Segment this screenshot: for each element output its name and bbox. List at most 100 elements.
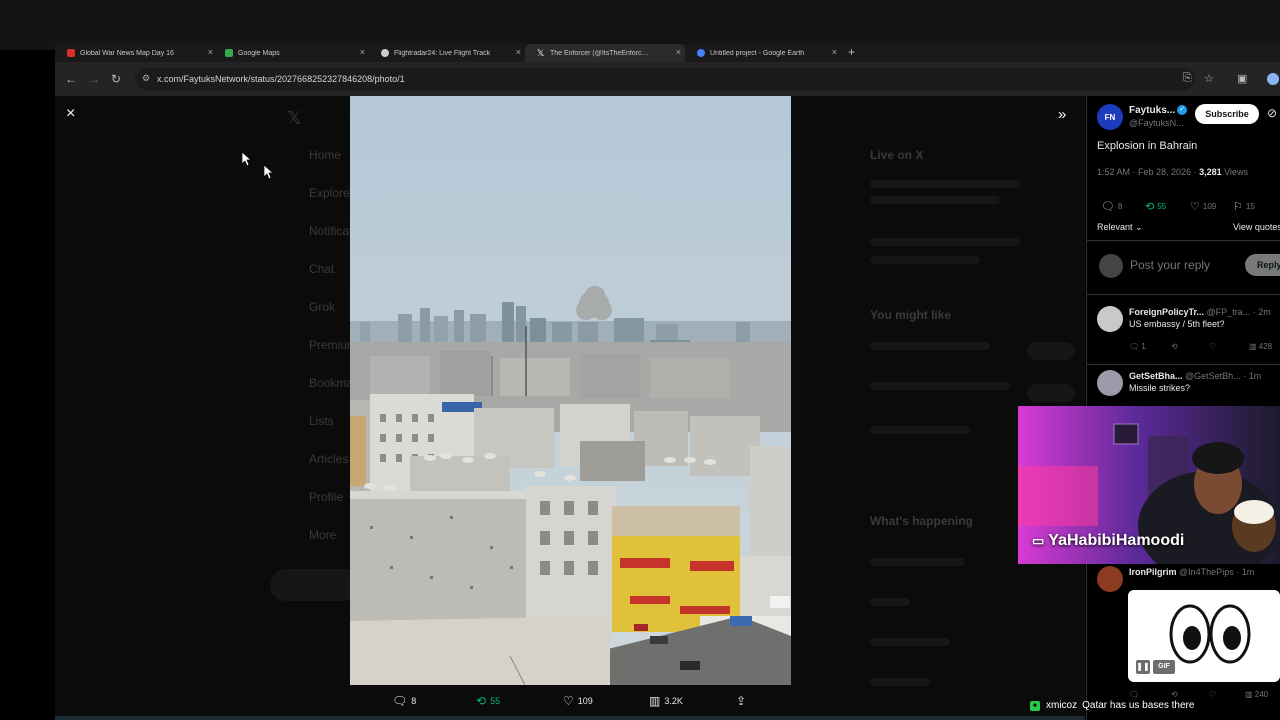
reply-handle: @GetSetBh... bbox=[1185, 371, 1241, 381]
viewer-share-button[interactable]: ⇪ bbox=[736, 694, 750, 708]
reply-submit-button[interactable]: Reply bbox=[1245, 254, 1280, 276]
url-text: x.com/FaytuksNetwork/status/202766825232… bbox=[157, 74, 405, 84]
tab-global-war-news[interactable]: Global War News Map Day 16 × bbox=[55, 44, 217, 62]
site-info-icon[interactable]: ⚙ bbox=[142, 73, 150, 84]
post-text: Explosion in Bahrain bbox=[1097, 140, 1198, 152]
grok-icon[interactable]: ⊘ bbox=[1267, 106, 1277, 120]
tab-close-icon[interactable]: × bbox=[832, 47, 837, 57]
reply-avatar[interactable] bbox=[1097, 370, 1123, 396]
ghost-line bbox=[870, 256, 980, 264]
install-app-icon[interactable]: ⎘ bbox=[1183, 72, 1192, 85]
ghost-nav-explore: Explore bbox=[309, 186, 350, 200]
reply-bubble-icon: 🗨 bbox=[1101, 201, 1115, 213]
bookmark-star-icon[interactable]: ☆ bbox=[1204, 72, 1214, 85]
reply-author[interactable]: GetSetBha... bbox=[1129, 371, 1183, 381]
viewer-reply-button[interactable]: 🗨 8 bbox=[392, 694, 416, 708]
post-meta: 1:52 AM · Feb 28, 2026 · 3,281 Views bbox=[1097, 167, 1248, 177]
tab-google-earth[interactable]: Untitled project - Google Earth × bbox=[685, 44, 841, 62]
repost-button[interactable]: ⟲ 55 bbox=[1145, 200, 1166, 213]
flightradar-icon bbox=[381, 49, 389, 57]
share-icon: ⇪ bbox=[736, 694, 747, 708]
post-stats-row: 🗨 8 ⟲ 55 ♡ 109 ⚐ 15 bbox=[1097, 200, 1277, 214]
reply-author[interactable]: IronPilgrim bbox=[1129, 567, 1177, 577]
post-timestamp[interactable]: 1:52 AM · Feb 28, 2026 · bbox=[1097, 167, 1199, 177]
side-panel-icon[interactable]: ▣ bbox=[1237, 72, 1247, 85]
reply-avatar[interactable] bbox=[1097, 306, 1123, 332]
viewer-like-button[interactable]: ♡ 109 bbox=[563, 694, 593, 708]
url-field[interactable]: ⚙ x.com/FaytuksNetwork/status/2027668252… bbox=[135, 68, 1195, 90]
tab-the-enforcer[interactable]: 𝕏 The Enforcer (@ItsTheEnforcer) × bbox=[525, 44, 685, 62]
mouse-cursor-icon bbox=[242, 152, 252, 167]
views-count[interactable]: ▥ 240 bbox=[1245, 690, 1268, 699]
bookmark-icon: ⚐ bbox=[1233, 201, 1243, 213]
ghost-line bbox=[870, 426, 970, 434]
viewer-views-button[interactable]: ▥ 3.2K bbox=[649, 694, 683, 708]
streamer-name: ▭ YaHabibiHamoodi bbox=[1032, 532, 1184, 550]
ghost-line bbox=[870, 598, 910, 606]
reply-sort-dropdown[interactable]: Relevant ⌄ bbox=[1097, 222, 1143, 233]
my-avatar bbox=[1099, 254, 1123, 278]
reply-button[interactable]: 🗨 8 bbox=[1101, 200, 1122, 213]
author-handle[interactable]: @FaytuksN... bbox=[1129, 118, 1184, 128]
reply-avatar[interactable] bbox=[1097, 566, 1123, 592]
tab-close-icon[interactable]: × bbox=[360, 47, 365, 57]
viewer-reply-count: 8 bbox=[411, 696, 417, 706]
view-quotes-link[interactable]: View quotes bbox=[1233, 222, 1280, 232]
repost-icon: ⟲ bbox=[1145, 201, 1155, 213]
like-button[interactable]: ♡ 109 bbox=[1190, 200, 1216, 213]
reply-text: US embassy / 5th fleet? bbox=[1129, 319, 1225, 329]
verified-badge-icon: ✓ bbox=[1177, 105, 1187, 115]
reply-handle: @In4ThePips bbox=[1179, 567, 1234, 577]
streamer-webcam-overlay: ▭ YaHabibiHamoodi bbox=[1018, 406, 1280, 564]
window-top-band bbox=[0, 0, 1280, 50]
expand-panel-icon[interactable]: » bbox=[1058, 106, 1066, 123]
divider bbox=[1087, 240, 1280, 241]
reply-count[interactable]: 🗨 1 bbox=[1129, 342, 1146, 351]
bookmark-count: 15 bbox=[1245, 202, 1255, 211]
back-arrow-icon[interactable]: ← bbox=[65, 72, 77, 86]
address-bar-row: ← → ↻ ⚙ x.com/FaytuksNetwork/status/2027… bbox=[55, 62, 1280, 96]
tab-google-maps[interactable]: Google Maps × bbox=[213, 44, 369, 62]
ghost-line bbox=[870, 180, 1020, 188]
author-avatar[interactable]: FN bbox=[1097, 104, 1123, 130]
tab-close-icon[interactable]: × bbox=[676, 47, 681, 57]
close-viewer-icon[interactable]: × bbox=[66, 105, 75, 123]
viewer-like-count: 109 bbox=[577, 696, 593, 706]
repost-icon[interactable]: ⟲ bbox=[1171, 342, 1178, 351]
repost-icon[interactable]: ⟲ bbox=[1171, 690, 1178, 699]
ghost-line bbox=[870, 382, 1010, 390]
reload-icon[interactable]: ↻ bbox=[111, 72, 121, 86]
pause-icon[interactable]: ❚❚ bbox=[1136, 660, 1150, 674]
divider bbox=[1087, 364, 1280, 365]
ghost-heading-might-like: You might like bbox=[870, 308, 952, 322]
tab-flightradar[interactable]: Flightradar24: Live Flight Track × bbox=[369, 44, 525, 62]
reply-author[interactable]: ForeignPolicyTr... bbox=[1129, 307, 1204, 317]
bookmark-button[interactable]: ⚐ 15 bbox=[1233, 200, 1255, 213]
tab-label: The Enforcer (@ItsTheEnforcer) bbox=[550, 49, 650, 57]
google-earth-icon bbox=[697, 49, 705, 57]
author-name[interactable]: Faytuks... bbox=[1129, 105, 1175, 116]
ghost-line bbox=[870, 238, 1020, 246]
ghost-line bbox=[870, 558, 965, 566]
repost-count: 55 bbox=[1157, 202, 1167, 211]
maps-pin-icon bbox=[225, 49, 233, 57]
new-tab-button[interactable]: + bbox=[848, 45, 855, 59]
heart-icon[interactable]: ♡ bbox=[1209, 690, 1216, 699]
heart-icon[interactable]: ♡ bbox=[1209, 342, 1216, 351]
views-count[interactable]: ▥ 428 bbox=[1249, 342, 1272, 351]
post-photo[interactable] bbox=[350, 96, 791, 685]
subscribe-button[interactable]: Subscribe bbox=[1195, 104, 1259, 124]
reply-input[interactable]: Post your reply bbox=[1130, 258, 1210, 272]
reply-author-line: GetSetBha... @GetSetBh... · 1m bbox=[1129, 371, 1261, 381]
chat-user-badge-icon: ✦ bbox=[1030, 700, 1040, 711]
ghost-nav-chat: Chat bbox=[309, 262, 335, 276]
tab-close-icon[interactable]: × bbox=[516, 47, 521, 57]
forward-arrow-icon[interactable]: → bbox=[88, 72, 100, 86]
ghost-line bbox=[870, 342, 990, 350]
bottom-edge bbox=[55, 716, 1085, 720]
viewer-repost-button[interactable]: ⟲ 55 bbox=[476, 694, 500, 708]
ghost-follow-button bbox=[1027, 384, 1075, 402]
profile-avatar-icon[interactable] bbox=[1267, 73, 1279, 85]
reply-bubble-icon[interactable]: 🗨 bbox=[1129, 690, 1139, 699]
repost-icon: ⟲ bbox=[476, 694, 487, 708]
